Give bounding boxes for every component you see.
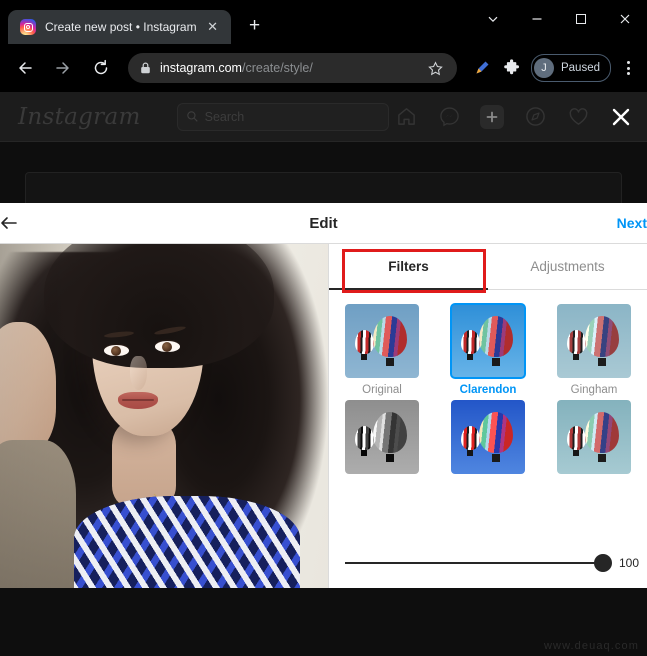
filter-thumbnail[interactable] — [557, 400, 631, 474]
page-title: Edit — [309, 214, 338, 232]
page-viewport: Instagram Search www.deuaq.com Edit Next… — [0, 92, 647, 656]
filter-label: Gingham — [570, 384, 618, 396]
new-tab-button[interactable]: + — [241, 12, 269, 40]
instagram-favicon-icon — [20, 19, 36, 35]
back-arrow-icon[interactable] — [10, 53, 40, 83]
minimize-button[interactable] — [515, 0, 559, 38]
filter-tabs: Filters Adjustments — [329, 244, 647, 290]
forward-arrow-icon[interactable] — [48, 53, 78, 83]
explore-icon[interactable] — [523, 105, 547, 129]
slider-knob[interactable] — [594, 554, 612, 572]
photo-detail — [118, 392, 158, 409]
url-domain: instagram.com — [160, 61, 242, 75]
home-icon[interactable] — [394, 105, 418, 129]
filter-option-original[interactable]: Original — [340, 304, 424, 396]
filter-option-reyes[interactable] — [552, 400, 636, 480]
maximize-square-icon — [576, 14, 586, 24]
menu-dot — [626, 66, 630, 70]
tab-title: Create new post • Instagram — [45, 20, 197, 34]
instagram-navbar: Instagram Search — [0, 92, 647, 142]
photo-detail — [104, 345, 129, 356]
next-button[interactable]: Next — [617, 215, 647, 231]
puzzle-piece-icon[interactable] — [499, 55, 525, 81]
url-text: instagram.com/create/style/ — [160, 61, 425, 75]
tab-strip: Create new post • Instagram ✕ + — [0, 8, 269, 44]
new-post-icon[interactable] — [480, 104, 504, 129]
messenger-icon[interactable] — [437, 105, 461, 129]
profile-status-label: Paused — [560, 62, 600, 74]
filters-grid: Original Clarendon Gingham — [329, 290, 647, 480]
close-window-button[interactable] — [603, 0, 647, 38]
filter-option-lark[interactable] — [446, 400, 530, 480]
photo-preview-pane[interactable] — [0, 244, 328, 588]
reload-icon[interactable] — [86, 53, 116, 83]
filter-option-gingham[interactable]: Gingham — [552, 304, 636, 396]
address-bar[interactable]: instagram.com/create/style/ — [128, 53, 457, 83]
filter-thumbnail[interactable] — [557, 304, 631, 378]
filters-panel: Filters Adjustments Original Clarendon G… — [328, 244, 647, 588]
slider-value: 100 — [619, 556, 640, 570]
menu-dot — [626, 61, 630, 64]
bookmark-star-icon[interactable] — [425, 57, 447, 79]
instagram-nav-icons — [394, 104, 647, 129]
edit-post-modal: Edit Next Filters Adjustments Original C… — [0, 203, 647, 588]
modal-body: Filters Adjustments Original Clarendon G… — [0, 244, 647, 588]
photo-preview-image — [0, 244, 328, 588]
filter-label: Clarendon — [459, 384, 517, 396]
filter-option-clarendon[interactable]: Clarendon — [446, 303, 530, 396]
window-controls — [471, 0, 647, 38]
instagram-logo[interactable]: Instagram — [18, 104, 141, 130]
slider-track[interactable] — [345, 554, 612, 572]
photo-detail — [155, 341, 180, 352]
tab-search-chevron-down-icon[interactable] — [471, 0, 515, 38]
filter-thumbnail[interactable] — [451, 400, 525, 474]
browser-tab[interactable]: Create new post • Instagram ✕ — [8, 10, 231, 44]
photo-detail — [74, 496, 300, 588]
close-icon[interactable] — [609, 105, 633, 129]
browser-toolbar: instagram.com/create/style/ J Paused — [0, 44, 647, 92]
filter-thumbnail[interactable] — [450, 303, 526, 379]
search-icon — [186, 111, 198, 122]
url-path: /create/style/ — [241, 61, 313, 75]
modal-header: Edit Next — [0, 203, 647, 244]
profile-status-chip[interactable]: J Paused — [530, 54, 611, 82]
filter-label: Original — [362, 384, 402, 396]
browser-window: Create new post • Instagram ✕ + instagra… — [0, 0, 647, 656]
site-watermark: www.deuaq.com — [543, 640, 639, 652]
photo-detail — [0, 440, 76, 588]
avatar: J — [533, 58, 554, 78]
filter-thumbnail[interactable] — [345, 400, 419, 474]
photo-detail — [130, 356, 147, 390]
lock-icon — [138, 61, 152, 75]
filter-strength-slider[interactable]: 100 — [329, 554, 647, 572]
maximize-button[interactable] — [559, 0, 603, 38]
tab-close-icon[interactable]: ✕ — [203, 17, 223, 37]
filter-option-moon[interactable] — [340, 400, 424, 480]
search-input[interactable]: Search — [176, 102, 389, 131]
search-placeholder: Search — [204, 109, 245, 124]
menu-dot — [626, 72, 630, 75]
modal-back-arrow-icon[interactable] — [0, 206, 26, 240]
browser-menu-icon[interactable] — [615, 55, 641, 81]
browser-titlebar: Create new post • Instagram ✕ + — [0, 0, 647, 44]
tab-adjustments[interactable]: Adjustments — [488, 244, 647, 289]
filter-thumbnail[interactable] — [345, 304, 419, 378]
tab-filters[interactable]: Filters — [329, 244, 488, 290]
highlighter-icon[interactable] — [469, 55, 495, 81]
heart-icon[interactable] — [566, 105, 590, 129]
photo-detail — [0, 322, 56, 452]
